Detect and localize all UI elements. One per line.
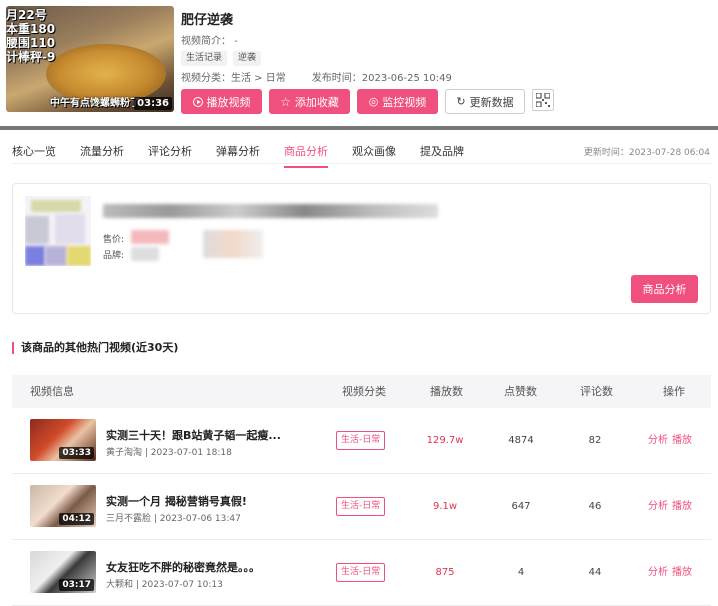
header-plays: 播放数 bbox=[430, 385, 463, 398]
thumbnail-stats-text: 月22号 本重180 腰围110 计棒秤-9 bbox=[6, 8, 56, 64]
video-description: 视频简介： - bbox=[181, 36, 238, 47]
play-video-button[interactable]: 播放视频 bbox=[181, 89, 262, 114]
analyze-link[interactable]: 分析 bbox=[648, 501, 668, 512]
row-actions: 分析 播放 bbox=[648, 540, 696, 606]
product-extra-blurred bbox=[203, 230, 263, 258]
row-category-badge: 生活-日常 bbox=[336, 431, 386, 450]
row-category-badge: 生活-日常 bbox=[336, 497, 386, 516]
row-plays: 875 bbox=[435, 567, 455, 578]
row-title[interactable]: 实测三十天！跟B站黄子韬一起瘦... bbox=[106, 427, 281, 443]
row-thumbnail[interactable]: 03:17 bbox=[30, 551, 96, 593]
header-comments: 评论数 bbox=[580, 385, 613, 398]
tab-product-analysis[interactable]: 商品分析 bbox=[284, 143, 328, 168]
product-analysis-button[interactable]: 商品分析 bbox=[631, 275, 698, 303]
tag[interactable]: 逆袭 bbox=[233, 51, 262, 66]
row-thumbnail[interactable]: 04:12 bbox=[30, 485, 96, 527]
video-header: 月22号 本重180 腰围110 计棒秤-9 中午有点馋螺蛳粉了 03:36 肥… bbox=[0, 0, 718, 126]
tab-audience-profile[interactable]: 观众画像 bbox=[352, 143, 396, 168]
row-actions: 分析 播放 bbox=[648, 408, 696, 474]
row-author-date: 大颗和 | 2023-07-07 10:13 bbox=[106, 580, 223, 590]
analysis-tabs: 核心一览 流量分析 评论分析 弹幕分析 商品分析 观众画像 提及品牌 bbox=[12, 143, 488, 168]
monitor-video-label: 监控视频 bbox=[382, 95, 427, 109]
star-icon: ☆ bbox=[280, 94, 291, 109]
row-thumbnail[interactable]: 03:33 bbox=[30, 419, 96, 461]
row-author-date: 黄子淘淘 | 2023-07-01 18:18 bbox=[106, 448, 232, 458]
tab-danmaku-analysis[interactable]: 弹幕分析 bbox=[216, 143, 260, 168]
play-link[interactable]: 播放 bbox=[672, 567, 692, 578]
monitor-video-button[interactable]: ◎ 监控视频 bbox=[357, 89, 438, 114]
video-title: 肥仔逆袭 bbox=[181, 13, 234, 28]
row-plays: 9.1w bbox=[432, 501, 458, 512]
header-video-info: 视频信息 bbox=[30, 385, 74, 398]
table-header: 视频信息 视频分类 播放数 点赞数 评论数 操作 bbox=[12, 375, 711, 408]
video-duration: 03:36 bbox=[134, 97, 172, 110]
row-plays: 129.7w bbox=[426, 435, 464, 446]
product-card: 售价: 品牌: 商品分析 bbox=[12, 183, 711, 314]
header-divider bbox=[0, 126, 718, 130]
play-link[interactable]: 播放 bbox=[672, 501, 692, 512]
video-category: 视频分类：生活 > 日常 bbox=[181, 73, 286, 84]
update-time: 更新时间：2023-07-28 06:04 bbox=[583, 148, 710, 158]
tab-underline bbox=[12, 163, 712, 164]
thumbnail-caption: 中午有点馋螺蛳粉了 bbox=[50, 98, 140, 109]
row-likes: 647 bbox=[511, 501, 531, 512]
analyze-link[interactable]: 分析 bbox=[648, 435, 668, 446]
row-author-date: 三月不露脸 | 2023-07-06 13:47 bbox=[106, 514, 241, 524]
row-title[interactable]: 女友狂吃不胖的秘密竟然是。。。 bbox=[106, 559, 260, 575]
tab-comment-analysis[interactable]: 评论分析 bbox=[148, 143, 192, 168]
add-favorite-button[interactable]: ☆ 添加收藏 bbox=[269, 89, 350, 114]
row-title[interactable]: 实测一个月 揭秘营销号真假! bbox=[106, 493, 247, 509]
row-likes: 4 bbox=[517, 567, 525, 578]
tab-core-overview[interactable]: 核心一览 bbox=[12, 143, 56, 168]
action-buttons: 播放视频 ☆ 添加收藏 ◎ 监控视频 ↻ 更新数据 bbox=[181, 89, 554, 114]
table-row: 03:33 实测三十天！跟B站黄子韬一起瘦... 黄子淘淘 | 2023-07-… bbox=[12, 408, 711, 474]
tab-mentioned-brands[interactable]: 提及品牌 bbox=[420, 143, 464, 168]
row-duration: 04:12 bbox=[59, 513, 94, 525]
location-icon: ◎ bbox=[368, 95, 379, 108]
qr-code-button[interactable] bbox=[532, 89, 554, 111]
video-meta: 视频分类：生活 > 日常 发布时间：2023-06-25 10:49 bbox=[181, 69, 452, 84]
product-image[interactable] bbox=[25, 196, 91, 266]
video-thumbnail[interactable]: 月22号 本重180 腰围110 计棒秤-9 中午有点馋螺蛳粉了 03:36 bbox=[6, 6, 174, 112]
play-link[interactable]: 播放 bbox=[672, 435, 692, 446]
product-title-blurred bbox=[103, 204, 438, 218]
refresh-data-button[interactable]: ↻ 更新数据 bbox=[445, 89, 525, 114]
play-video-label: 播放视频 bbox=[206, 95, 251, 109]
table-row: 04:12 实测一个月 揭秘营销号真假! 三月不露脸 | 2023-07-06 … bbox=[12, 474, 711, 540]
brand-value-blurred bbox=[131, 247, 159, 261]
price-label: 售价: bbox=[103, 235, 125, 245]
row-likes: 4874 bbox=[508, 435, 534, 446]
row-comments: 46 bbox=[588, 501, 602, 512]
tag[interactable]: 生活记录 bbox=[181, 51, 228, 66]
refresh-data-label: 更新数据 bbox=[469, 95, 514, 109]
qr-code-icon bbox=[536, 93, 550, 107]
header-actions: 操作 bbox=[663, 385, 685, 398]
row-actions: 分析 播放 bbox=[648, 474, 696, 540]
analyze-link[interactable]: 分析 bbox=[648, 567, 668, 578]
refresh-icon: ↻ bbox=[456, 95, 466, 108]
header-likes: 点赞数 bbox=[504, 385, 537, 398]
price-value-blurred bbox=[131, 230, 169, 244]
row-category-badge: 生活-日常 bbox=[336, 563, 386, 582]
add-favorite-label: 添加收藏 bbox=[294, 95, 339, 109]
section-title: 该商品的其他热门视频(近30天) bbox=[12, 342, 178, 354]
brand-label: 品牌: bbox=[103, 251, 125, 261]
row-duration: 03:17 bbox=[59, 579, 94, 591]
header-category: 视频分类 bbox=[342, 385, 386, 398]
row-comments: 82 bbox=[588, 435, 602, 446]
publish-time: 发布时间：2023-06-25 10:49 bbox=[311, 73, 452, 84]
tab-traffic-analysis[interactable]: 流量分析 bbox=[80, 143, 124, 168]
play-icon bbox=[192, 96, 203, 107]
video-tags: 生活记录 逆袭 bbox=[181, 51, 262, 66]
table-row: 03:17 女友狂吃不胖的秘密竟然是。。。 大颗和 | 2023-07-07 1… bbox=[12, 540, 711, 606]
row-comments: 44 bbox=[588, 567, 602, 578]
row-duration: 03:33 bbox=[59, 447, 94, 459]
